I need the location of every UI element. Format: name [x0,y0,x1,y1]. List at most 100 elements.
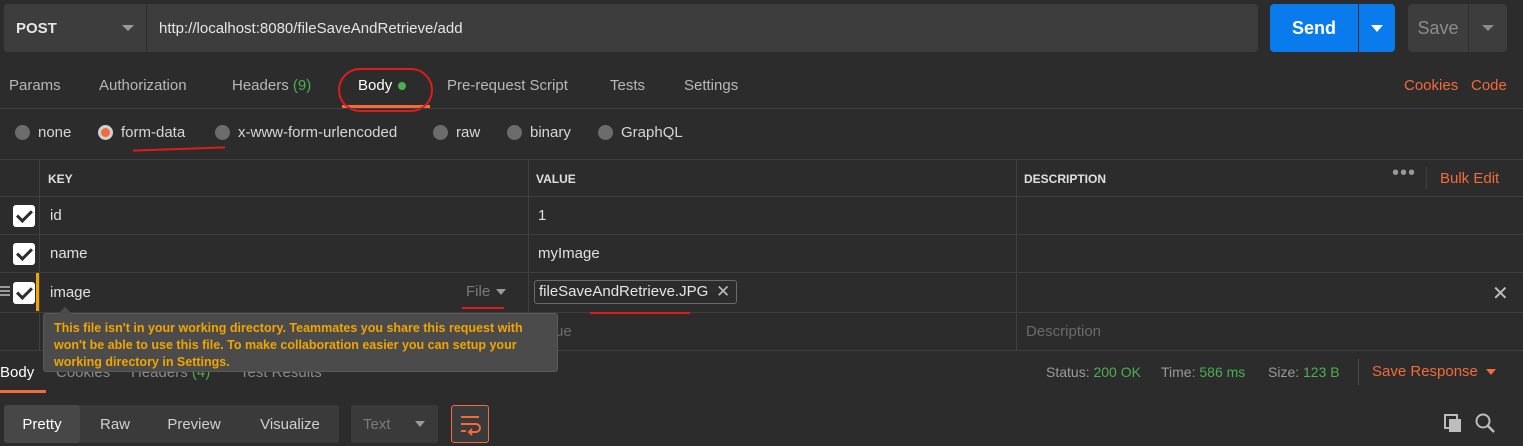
annotation-underline [590,312,690,314]
column-header-value: VALUE [536,172,576,186]
radio-selected-icon [98,125,113,140]
table-row: id 1 [0,197,1523,235]
send-options-dropdown[interactable] [1359,4,1395,52]
column-header-key: KEY [48,172,73,186]
save-response-button[interactable]: Save Response [1372,363,1496,380]
bulk-edit-link[interactable]: Bulk Edit [1440,170,1499,187]
row-key[interactable]: image [50,284,91,301]
radio-raw[interactable]: raw [433,124,480,141]
row-enabled-checkbox[interactable] [13,282,35,304]
status-readout: Status: 200 OK [1046,364,1141,380]
radio-label: form-data [121,124,186,141]
body-type-selector: none form-data x-www-form-urlencoded raw… [0,114,1523,154]
annotation-circle [338,68,433,112]
radio-icon [15,125,30,140]
radio-icon [433,125,448,140]
status-label: Status: [1046,364,1090,380]
url-input[interactable]: http://localhost:8080/fileSaveAndRetriev… [147,4,1258,52]
remove-file-icon[interactable]: ✕ [716,281,730,303]
annotation-underline [462,307,504,309]
row-value[interactable]: myImage [538,245,600,262]
save-button[interactable]: Save [1408,4,1468,52]
divider [0,108,1523,109]
radio-icon [215,125,230,140]
time-value: 586 ms [1199,364,1246,380]
view-preview-button[interactable]: Preview [150,405,238,443]
tooltip-line: working directory in Settings. [54,355,230,369]
response-view-toolbar: Pretty Raw Preview Visualize Text [0,396,1523,446]
row-key[interactable]: name [50,245,88,262]
wrap-lines-button[interactable] [451,405,489,443]
status-value: 200 OK [1093,364,1141,380]
radio-icon [598,125,613,140]
view-raw-button[interactable]: Raw [84,405,146,443]
chevron-down-icon [496,289,507,296]
radio-icon [507,125,522,140]
selected-file-chip: fileSaveAndRetrieve.JPG ✕ [534,280,738,304]
tab-pre-request-script[interactable]: Pre-request Script [447,77,568,94]
response-tab-body[interactable]: Body [0,364,34,381]
view-visualize-button[interactable]: Visualize [244,405,336,443]
search-icon[interactable] [1474,412,1496,434]
file-warning-tooltip: This file isn't in your working director… [43,307,558,372]
wrap-lines-icon [461,416,481,436]
send-button[interactable]: Send [1270,4,1358,52]
chevron-down-icon [122,25,134,31]
column-divider [1426,167,1427,189]
cookies-link[interactable]: Cookies [1404,77,1458,94]
radio-label: raw [456,124,481,141]
code-link[interactable]: Code [1471,77,1507,94]
format-label: Text [363,415,391,433]
size-label: Size: [1268,364,1300,380]
tab-tests[interactable]: Tests [610,77,645,94]
drag-handle-icon[interactable] [0,286,10,296]
view-mode-group: Pretty Raw Preview Visualize [4,405,339,443]
row-key[interactable]: id [50,207,62,224]
active-response-tab-indicator [0,390,46,393]
request-tabs: Params Authorization Headers (9) Body Pr… [0,66,1523,108]
more-options-icon[interactable]: ••• [1392,162,1416,185]
tab-params[interactable]: Params [9,77,61,94]
selected-file-name: fileSaveAndRetrieve.JPG [539,283,709,300]
chevron-down-icon [415,421,425,427]
copy-icon[interactable] [1442,412,1464,434]
table-header: KEY VALUE DESCRIPTION ••• Bulk Edit [0,159,1523,197]
size-value: 123 B [1303,364,1340,380]
chevron-down-icon [1485,369,1496,376]
format-select[interactable]: Text [351,405,438,443]
radio-binary[interactable]: binary [507,124,571,141]
request-url-bar: POST http://localhost:8080/fileSaveAndRe… [0,0,1523,60]
key-type-select[interactable]: File [466,283,507,300]
tab-headers-count: (9) [292,77,312,94]
radio-graphql[interactable]: GraphQL [598,124,683,141]
tab-authorization[interactable]: Authorization [99,77,187,94]
delete-row-icon[interactable]: ✕ [1492,281,1509,306]
time-label: Time: [1161,364,1196,380]
new-description-input[interactable]: Description [1026,323,1101,340]
key-type-label: File [466,283,491,300]
column-header-description: DESCRIPTION [1024,172,1107,186]
tab-settings[interactable]: Settings [684,77,738,94]
save-options-dropdown[interactable] [1469,4,1507,52]
tooltip-line: This file isn't in your working director… [54,321,523,335]
radio-label: none [38,124,72,141]
radio-label: GraphQL [621,124,683,141]
row-value[interactable]: 1 [538,207,546,224]
method-label: POST [16,19,57,37]
radio-x-www-form-urlencoded[interactable]: x-www-form-urlencoded [215,124,397,141]
table-row: name myImage [0,235,1523,273]
method-select[interactable]: POST [4,4,146,52]
table-row: image File fileSaveAndRetrieve.JPG ✕ ✕ [0,273,1523,313]
view-pretty-button[interactable]: Pretty [4,405,80,443]
tab-headers[interactable]: Headers (9) [232,77,311,94]
save-response-label: Save Response [1372,363,1478,380]
radio-label: x-www-form-urlencoded [238,124,398,141]
radio-label: binary [530,124,571,141]
row-enabled-checkbox[interactable] [13,243,35,265]
radio-form-data[interactable]: form-data [98,124,185,141]
row-enabled-checkbox[interactable] [13,205,35,227]
time-readout: Time: 586 ms [1161,364,1245,380]
radio-none[interactable]: none [15,124,71,141]
tooltip-line: won't be able to use this file. To make … [54,338,517,352]
divider [1358,359,1359,385]
